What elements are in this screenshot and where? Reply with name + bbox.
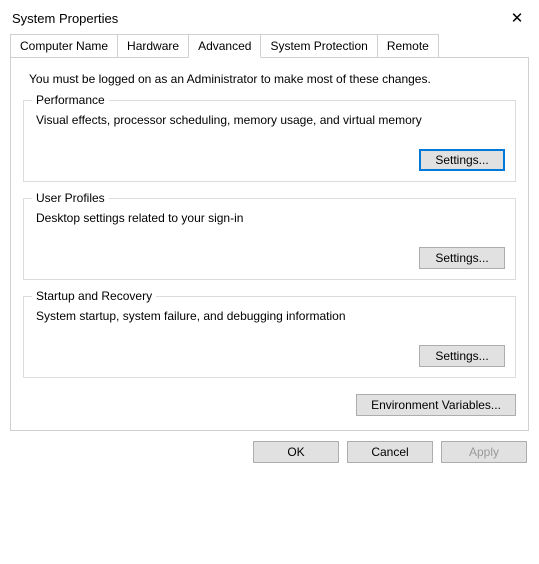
groupbox-performance: Performance Visual effects, processor sc… <box>23 100 516 182</box>
tab-remote[interactable]: Remote <box>377 34 439 57</box>
tab-system-protection[interactable]: System Protection <box>260 34 377 57</box>
user-profiles-settings-button[interactable]: Settings... <box>419 247 505 269</box>
tab-content-advanced: You must be logged on as an Administrato… <box>10 57 529 431</box>
startup-recovery-settings-button[interactable]: Settings... <box>419 345 505 367</box>
performance-settings-button[interactable]: Settings... <box>419 149 505 171</box>
startup-recovery-description: System startup, system failure, and debu… <box>36 309 505 323</box>
window-title: System Properties <box>12 11 118 26</box>
groupbox-startup-recovery: Startup and Recovery System startup, sys… <box>23 296 516 378</box>
close-icon[interactable]: ✕ <box>507 8 527 28</box>
tab-computer-name[interactable]: Computer Name <box>10 34 118 57</box>
tab-advanced[interactable]: Advanced <box>188 34 261 58</box>
ok-button[interactable]: OK <box>253 441 339 463</box>
user-profiles-description: Desktop settings related to your sign-in <box>36 211 505 225</box>
performance-description: Visual effects, processor scheduling, me… <box>36 113 505 127</box>
tab-strip: Computer Name Hardware Advanced System P… <box>0 34 539 57</box>
groupbox-user-profiles: User Profiles Desktop settings related t… <box>23 198 516 280</box>
dialog-footer: OK Cancel Apply <box>0 431 539 473</box>
cancel-button[interactable]: Cancel <box>347 441 433 463</box>
environment-variables-button[interactable]: Environment Variables... <box>356 394 516 416</box>
groupbox-startup-recovery-legend: Startup and Recovery <box>32 289 156 303</box>
apply-button[interactable]: Apply <box>441 441 527 463</box>
admin-warning-text: You must be logged on as an Administrato… <box>29 72 516 86</box>
groupbox-performance-legend: Performance <box>32 93 109 107</box>
groupbox-user-profiles-legend: User Profiles <box>32 191 109 205</box>
tab-hardware[interactable]: Hardware <box>117 34 189 57</box>
titlebar: System Properties ✕ <box>0 0 539 34</box>
